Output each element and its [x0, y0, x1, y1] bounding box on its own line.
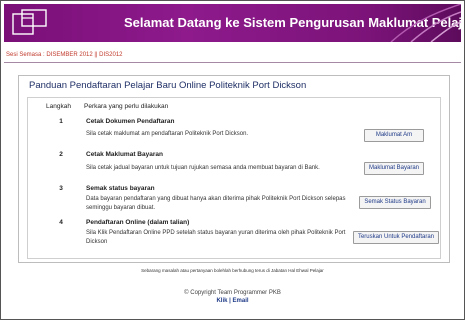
session-info: Sesi Semasa : DISEMBER 2012 || DIS2012: [6, 52, 123, 58]
footer-links: Klik | Email: [0, 298, 465, 304]
maklumat-bayaran-button[interactable]: Maklumat Bayaran: [364, 162, 424, 175]
semak-status-bayaran-button[interactable]: Semak Status Bayaran: [359, 196, 431, 209]
header-banner: Selamat Datang ke Sistem Pengurusan Makl…: [4, 4, 461, 42]
step-description: Data bayaran pendaftaran yang dibuat han…: [86, 196, 346, 211]
steps-table: Langkah Perkara yang perlu dilakukan 1 C…: [27, 97, 441, 259]
step-description: Sila cetak maklumat am pendaftaran Polit…: [86, 131, 249, 137]
step-title: Pendaftaran Online (dalam talian): [86, 219, 190, 226]
session-bar: Sesi Semasa : DISEMBER 2012 || DIS2012: [4, 47, 461, 63]
step-title: Cetak Dokumen Pendaftaran: [86, 118, 175, 125]
step-title: Cetak Maklumat Bayaran: [86, 151, 163, 158]
step-number: 4: [59, 219, 63, 226]
step-description: Sila cetak jadual bayaran untuk tujuan r…: [86, 165, 320, 171]
email-link[interactable]: Email: [233, 298, 249, 304]
maklumat-am-button[interactable]: Maklumat Am: [364, 129, 424, 142]
step-title: Semak status bayaran: [86, 185, 155, 192]
step-number: 2: [59, 151, 63, 158]
step-description: Sila Klik Pendaftaran Online PPD setelah…: [86, 230, 346, 245]
column-header-action: Perkara yang perlu dilakukan: [84, 103, 169, 110]
klik-link[interactable]: Klik: [216, 298, 227, 304]
copyright-text: © Copyright Team Programmer PKB: [184, 290, 281, 296]
header-decoration: [390, 4, 461, 42]
logo-icon: [12, 9, 47, 35]
step-number: 3: [59, 185, 63, 192]
footer-note: Sebarang masalah atau pertanyaan bolehla…: [141, 268, 324, 273]
step-number: 1: [59, 118, 63, 125]
teruskan-pendaftaran-button[interactable]: Teruskan Untuk Pendaftaran: [353, 231, 439, 244]
column-header-step: Langkah: [46, 103, 71, 110]
page-title: Panduan Pendaftaran Pelajar Baru Online …: [29, 80, 307, 91]
content-panel: Panduan Pendaftaran Pelajar Baru Online …: [18, 75, 450, 263]
